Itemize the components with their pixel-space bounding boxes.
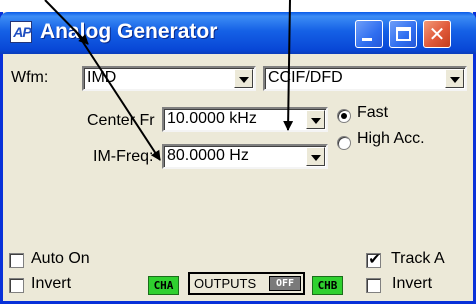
window-title: Analog Generator	[40, 20, 218, 43]
close-icon: ✕	[428, 22, 446, 46]
chevron-down-icon	[311, 155, 321, 161]
maximize-button[interactable]	[389, 20, 417, 48]
cha-indicator[interactable]: CHA	[148, 276, 179, 295]
track-a-checkbox[interactable]: ✔	[366, 250, 381, 268]
waveform-type-select[interactable]: IMD	[82, 66, 256, 91]
waveform-label: Wfm:	[11, 69, 49, 86]
chb-indicator[interactable]: CHB	[312, 276, 343, 295]
high-acc-radio[interactable]	[337, 136, 351, 150]
waveform-standard-select[interactable]: CCIF/DFD	[263, 66, 467, 91]
track-a-label: Track A	[391, 250, 445, 267]
checkmark-icon: ✔	[368, 250, 381, 268]
center-freq-field[interactable]: 10.0000 kHz	[162, 107, 328, 132]
center-freq-dropdown-button[interactable]	[306, 110, 325, 129]
fast-label: Fast	[357, 104, 389, 121]
radio-selected-dot	[341, 113, 347, 119]
app-icon-text: AP	[13, 24, 31, 40]
outputs-label: OUTPUTS	[194, 276, 257, 291]
invert-b-checkbox[interactable]	[366, 278, 381, 293]
im-freq-value: 80.0000 Hz	[167, 147, 249, 164]
auto-on-checkbox[interactable]	[9, 253, 24, 268]
maximize-icon	[396, 27, 411, 41]
waveform-standard-value: CCIF/DFD	[268, 69, 343, 86]
close-button[interactable]: ✕	[423, 20, 451, 48]
center-freq-value: 10.0000 kHz	[167, 110, 257, 127]
outputs-state-badge: OFF	[269, 276, 301, 291]
invert-b-label: Invert	[392, 275, 433, 292]
minimize-icon	[362, 38, 372, 41]
high-acc-label: High Acc.	[357, 130, 425, 147]
invert-a-checkbox[interactable]	[9, 278, 24, 293]
minimize-button[interactable]	[355, 20, 383, 48]
chevron-down-icon	[311, 118, 321, 124]
outputs-button[interactable]: OUTPUTS OFF	[188, 272, 305, 295]
title-bar[interactable]: AP Analog Generator ✕	[0, 12, 476, 54]
fast-radio[interactable]	[337, 109, 351, 123]
invert-a-label: Invert	[31, 275, 72, 292]
app-icon[interactable]: AP	[10, 21, 32, 43]
center-freq-label: Center Fr	[87, 112, 155, 129]
waveform-standard-dropdown-button[interactable]	[445, 69, 464, 88]
waveform-type-dropdown-button[interactable]	[234, 69, 253, 88]
chevron-down-icon	[450, 77, 460, 83]
im-freq-field[interactable]: 80.0000 Hz	[162, 144, 328, 169]
auto-on-label: Auto On	[31, 250, 90, 267]
im-freq-dropdown-button[interactable]	[306, 147, 325, 166]
chevron-down-icon	[239, 77, 249, 83]
waveform-type-value: IMD	[87, 69, 117, 86]
im-freq-label: IM-Freq:	[93, 148, 154, 165]
